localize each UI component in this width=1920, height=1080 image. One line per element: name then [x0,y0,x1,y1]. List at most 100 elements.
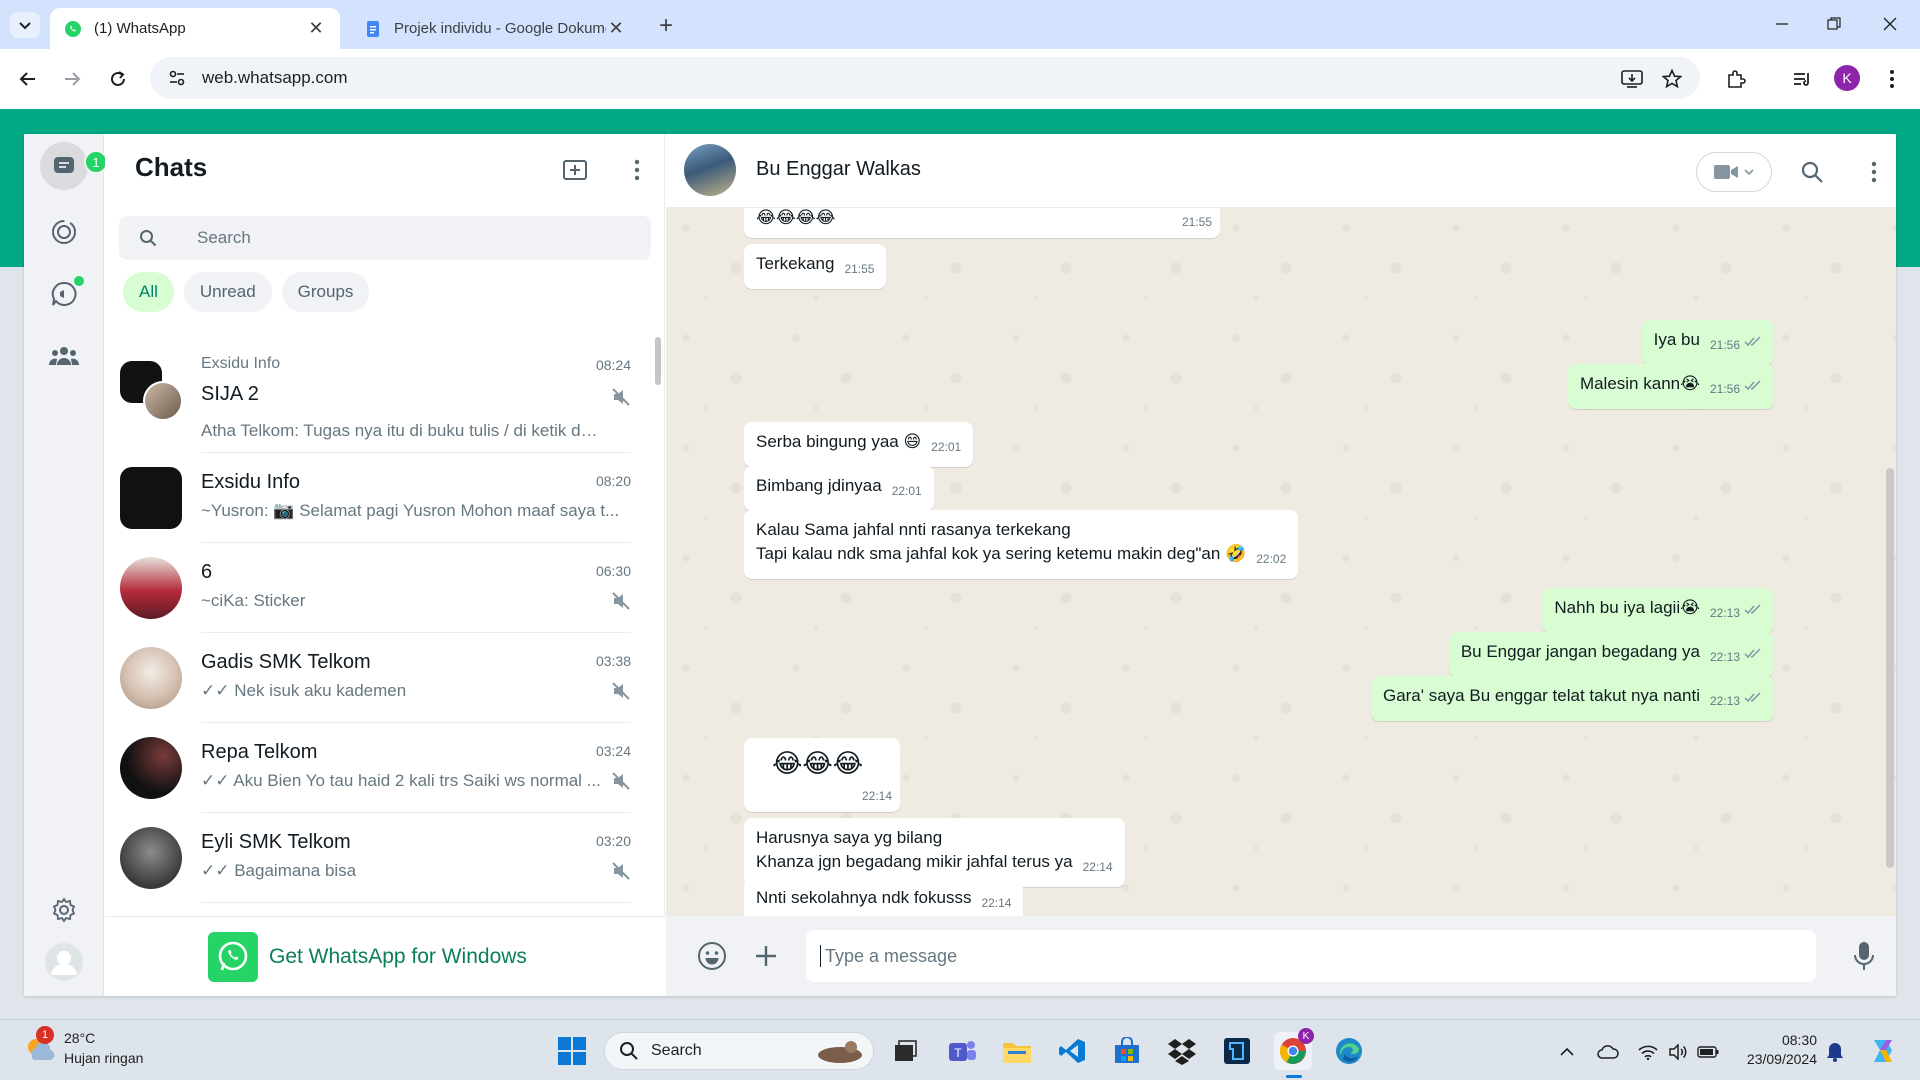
read-receipt-icon [1744,604,1761,615]
chat-row-exsidu-info[interactable]: Exsidu Info 08:20 ~Yusron: 📷 Selamat pag… [105,453,651,543]
microsoft-store-app[interactable] [1110,1034,1144,1068]
extensions-button[interactable] [1720,63,1752,95]
filter-all[interactable]: All [123,272,174,312]
back-button[interactable] [12,63,44,95]
message-bubble-in[interactable]: Kalau Sama jahfal nnti rasanya terkekang… [744,510,1299,579]
status-nav-button[interactable] [40,208,88,256]
search-messages-button[interactable] [1794,154,1830,190]
communities-nav-button[interactable] [40,332,88,380]
search-icon [620,1042,638,1060]
conversation-header[interactable]: Bu Enggar Walkas [666,134,1896,208]
restore-button[interactable] [1812,8,1856,40]
message-bubble-out[interactable]: Nahh bu iya lagii😭 22:13 [1542,588,1774,633]
onedrive-tray-icon[interactable] [1596,1040,1620,1064]
bookmark-button[interactable] [1656,63,1688,95]
chat-row-gadis-smk-telkom[interactable]: Gadis SMK Telkom 03:38 ✓✓ Nek isuk aku k… [105,633,651,723]
message-bubble-out[interactable]: Malesin kann😭 21:56 [1567,364,1774,409]
message-input[interactable]: Type a message [806,930,1816,982]
task-view-button[interactable] [888,1034,922,1068]
conversation-menu-button[interactable] [1856,154,1892,190]
install-app-button[interactable] [1616,63,1648,95]
tab-whatsapp[interactable]: (1) WhatsApp ✕ [50,8,340,49]
blue-app[interactable] [1220,1034,1254,1068]
address-bar[interactable]: web.whatsapp.com [150,57,1700,99]
copilot-button[interactable] [1866,1034,1900,1068]
chat-preview: ~Yusron: 📷 Selamat pagi Yusron Mohon maa… [201,501,620,520]
wifi-tray-icon[interactable] [1636,1040,1660,1064]
teams-app[interactable]: T [945,1034,979,1068]
profile-nav-button[interactable] [40,938,88,986]
filter-groups[interactable]: Groups [281,272,370,312]
message-bubble-out[interactable]: Gara' saya Bu enggar telat takut nya nan… [1370,676,1774,721]
chrome-app[interactable]: K [1274,1028,1314,1078]
settings-nav-button[interactable] [40,886,88,934]
edge-app[interactable] [1332,1034,1366,1068]
message-text: Nahh bu iya lagii😭 [1554,598,1700,617]
contact-name[interactable]: Bu Enggar Walkas [756,158,921,181]
dropbox-icon [1168,1039,1196,1065]
message-bubble-in[interactable]: Terkekang 21:55 [744,244,887,289]
search-icon [140,230,157,247]
message-bubble-in[interactable]: 😂😂😂 22:14 [744,738,900,812]
star-icon [1662,69,1682,89]
filter-unread[interactable]: Unread [183,272,272,312]
chat-row-sija-2[interactable]: Exsidu Info SIJA 2 08:24 Atha Telkom: Tu… [105,337,651,453]
chat-search-input[interactable]: Search [119,216,651,260]
file-explorer-app[interactable] [1000,1034,1034,1068]
read-receipt-icon [1744,648,1761,659]
chat-list-menu-button[interactable] [619,152,655,188]
muted-icon [612,772,630,790]
message-bubble-in[interactable]: Bimbang jdinyaa 22:01 [744,466,934,511]
message-bubble-in[interactable]: Harusnya saya yg bilang Khanza jgn begad… [744,818,1125,887]
contact-avatar[interactable] [684,144,736,196]
chat-row-6[interactable]: 6 06:30 ~ciKa: Sticker [105,543,651,633]
message-bubble-in[interactable]: Serba bingung yaa 😄 22:01 [744,422,974,467]
chat-time: 06:30 [595,563,631,579]
taskbar-search-box[interactable]: Search [604,1032,874,1070]
tab-google-docs[interactable]: Projek individu - Google Dokumen ✕ [350,8,640,49]
close-tab-icon[interactable]: ✕ [606,18,626,39]
chat-row-repa-telkom[interactable]: Repa Telkom 03:24 ✓✓ Aku Bien Yo tau hai… [105,723,651,813]
message-time: 22:02 [1256,552,1287,566]
close-window-button[interactable] [1868,8,1912,40]
reload-button[interactable] [102,63,134,95]
show-hidden-icons-button[interactable] [1555,1040,1579,1064]
browser-menu-button[interactable] [1876,63,1908,95]
weather-widget[interactable]: 1 28°C Hujan ringan [24,1026,184,1072]
message-bubble-out[interactable]: Bu Enggar jangan begadang ya 22:13 [1448,632,1774,677]
battery-tray-icon[interactable] [1696,1040,1720,1064]
start-button[interactable] [555,1034,589,1068]
message-bubble-in[interactable]: 😂😂😂😂 21:55 [744,208,1220,238]
tab-search-button[interactable] [10,12,40,38]
message-scrollbar[interactable] [1886,468,1894,868]
notifications-button[interactable] [1823,1040,1847,1064]
profile-avatar[interactable]: K [1834,65,1860,91]
channels-nav-button[interactable] [40,270,88,318]
media-controls-button[interactable] [1786,63,1818,95]
message-bubble-in[interactable]: Nnti sekolahnya ndk fokusss 22:14 [744,878,1024,916]
forward-button[interactable] [56,63,88,95]
avatar [120,737,182,799]
conversation-panel: Bu Enggar Walkas 😂😂😂😂 21:55 Terkekang 21… [666,134,1896,996]
system-clock[interactable]: 08:30 23/09/2024 [1747,1031,1817,1069]
video-call-button[interactable] [1696,152,1772,192]
vscode-app[interactable] [1055,1034,1089,1068]
chat-row-eyli-smk-telkom[interactable]: Eyli SMK Telkom 03:20 ✓✓ Bagaimana bisa [105,813,651,903]
volume-tray-icon[interactable] [1666,1040,1690,1064]
minimize-button[interactable] [1760,8,1804,40]
message-bubble-out[interactable]: Iya bu 21:56 [1641,320,1774,365]
wifi-icon [1638,1045,1658,1060]
chats-nav-button[interactable]: 1 [40,142,108,190]
site-settings-icon[interactable] [168,69,186,87]
new-chat-button[interactable] [557,152,593,188]
url-text: web.whatsapp.com [202,68,348,87]
attach-button[interactable] [748,938,784,974]
emoji-button[interactable] [694,938,730,974]
chat-list-scrollbar[interactable] [655,337,661,385]
voice-message-button[interactable] [1846,938,1882,974]
dropbox-app[interactable] [1165,1034,1199,1068]
new-tab-button[interactable]: + [652,12,680,40]
close-tab-icon[interactable]: ✕ [306,18,326,39]
avatar [120,827,182,889]
get-whatsapp-windows-banner[interactable]: Get WhatsApp for Windows [105,916,665,996]
